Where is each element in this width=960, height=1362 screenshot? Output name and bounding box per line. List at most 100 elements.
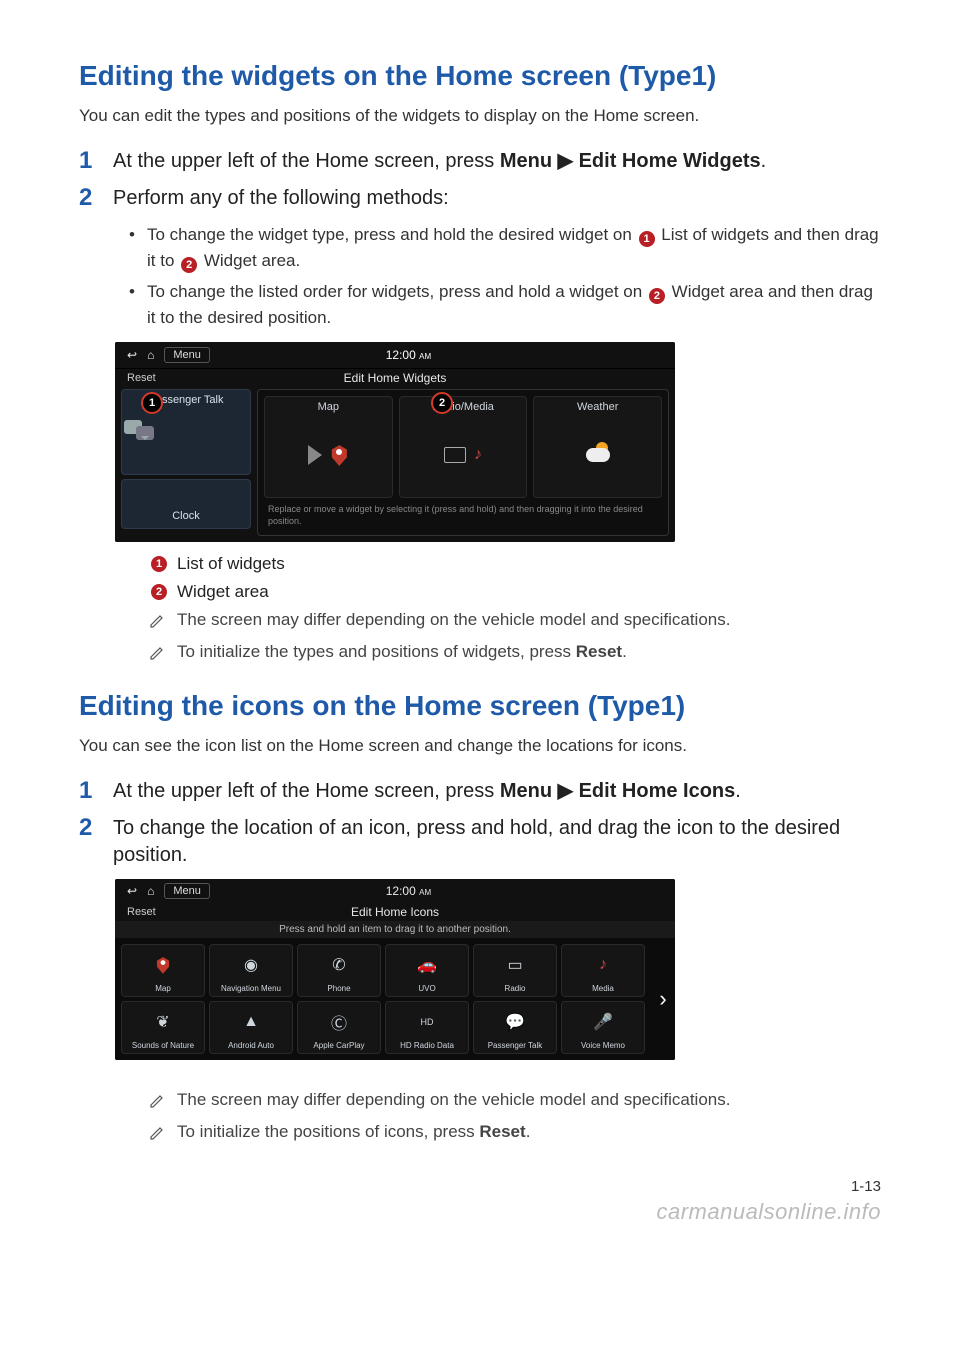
shot2-title: Edit Home Icons — [115, 903, 675, 921]
clock-display: 12:00 AM — [220, 884, 597, 898]
icon-tile-sounds-nature[interactable]: ❦Sounds of Nature — [121, 1001, 205, 1054]
s2-step2-body: To change the location of an icon, press… — [113, 815, 881, 869]
section1-bullets: To change the widget type, press and hol… — [79, 222, 881, 330]
widget-list-item-clock[interactable]: Clock — [121, 479, 251, 529]
step-number-2b: 2 — [79, 815, 99, 869]
section2-note1: The screen may differ depending on the v… — [149, 1090, 881, 1110]
home-icon[interactable]: ⌂ — [147, 884, 154, 898]
section2-note2: To initialize the positions of icons, pr… — [149, 1122, 881, 1142]
reset-button-shot1[interactable]: Reset — [127, 372, 156, 384]
shot2-help-text: Press and hold an item to drag it to ano… — [115, 921, 675, 938]
section1-intro: You can edit the types and positions of … — [79, 106, 881, 126]
step-number-1b: 1 — [79, 778, 99, 805]
screenshot-edit-widgets: ↩ ⌂ Menu 12:00 AM Reset Edit Home Widget… — [115, 342, 675, 542]
icon-tile-android-auto[interactable]: ▲Android Auto — [209, 1001, 293, 1054]
carplay-icon: Ⓒ — [331, 1002, 347, 1041]
s2-note2-pre: To initialize the positions of icons, pr… — [177, 1122, 479, 1141]
s2-step1-pre: At the upper left of the Home screen, pr… — [113, 780, 500, 802]
step-number-2: 2 — [79, 185, 99, 212]
section1-note2: To initialize the types and positions of… — [149, 642, 881, 662]
phone-icon: ✆ — [332, 945, 345, 984]
s1-step1-post: . — [761, 150, 767, 172]
legend-badge-2: 2 — [151, 584, 167, 600]
tile-label: Android Auto — [228, 1041, 274, 1050]
pencil-icon — [149, 645, 165, 661]
arrow-right-icon — [308, 445, 322, 465]
icon-tile-hd-radio[interactable]: HDHD Radio Data — [385, 1001, 469, 1054]
icon-tile-voice-memo[interactable]: 🎤Voice Memo — [561, 1001, 645, 1054]
widget-area[interactable]: Map Radio/Media ♪ Weather Replace or mov… — [257, 389, 669, 536]
tile-label: HD Radio Data — [400, 1041, 454, 1050]
s1-b2-pre: To change the listed order for widgets, … — [147, 282, 647, 301]
icon-tile-uvo[interactable]: 🚗UVO — [385, 944, 469, 997]
tile-label: Navigation Menu — [221, 984, 281, 993]
compass-icon: ◉ — [244, 945, 258, 984]
s1-b1-post: Widget area. — [199, 251, 300, 270]
s1-bullet2: To change the listed order for widgets, … — [129, 279, 881, 330]
icon-tile-nav-menu[interactable]: ◉Navigation Menu — [209, 944, 293, 997]
legend-text-1: List of widgets — [177, 554, 285, 574]
widget-radio-media[interactable]: Radio/Media ♪ — [399, 396, 528, 498]
tile-label: Sounds of Nature — [132, 1041, 194, 1050]
tile-label: Map — [155, 984, 171, 993]
callout-1-inline: 1 — [639, 231, 655, 247]
widget-weather[interactable]: Weather — [533, 396, 662, 498]
map-pin-icon — [154, 945, 172, 984]
note-text: The screen may differ depending on the v… — [177, 1090, 730, 1110]
section1-note1: The screen may differ depending on the v… — [149, 610, 881, 630]
section1-heading: Editing the widgets on the Home screen (… — [79, 60, 881, 92]
callout-badge-2: 2 — [431, 392, 453, 414]
clock-display: 12:00 AM — [220, 348, 597, 362]
shot1-title: Edit Home Widgets — [115, 369, 675, 389]
icon-tile-radio[interactable]: ▭Radio — [473, 944, 557, 997]
tile-label: Media — [592, 984, 614, 993]
icon-tile-media[interactable]: ♪Media — [561, 944, 645, 997]
chevron-right-icon: › — [659, 986, 666, 1012]
legend-row-1: 1 List of widgets — [149, 554, 881, 574]
s1-step1-pre: At the upper left of the Home screen, pr… — [113, 150, 500, 172]
s2-note2-post: . — [526, 1122, 531, 1141]
section1-step2: 2 Perform any of the following methods: — [79, 185, 881, 212]
reset-button-shot2[interactable]: Reset — [127, 906, 156, 918]
s1-step2-body: Perform any of the following methods: — [113, 185, 881, 212]
shot1-help-text: Replace or move a widget by selecting it… — [264, 498, 662, 529]
tile-label: UVO — [418, 984, 435, 993]
music-note-icon: ♪ — [474, 446, 482, 464]
icon-tile-map[interactable]: Map — [121, 944, 205, 997]
home-icon[interactable]: ⌂ — [147, 348, 154, 362]
s1-bullet1: To change the widget type, press and hol… — [129, 222, 881, 273]
car-icon: 🚗 — [417, 945, 437, 984]
section2-step1: 1 At the upper left of the Home screen, … — [79, 778, 881, 805]
back-icon[interactable]: ↩ — [127, 884, 137, 898]
pencil-icon — [149, 1125, 165, 1141]
music-note-icon: ♪ — [599, 945, 607, 984]
pencil-icon — [149, 613, 165, 629]
menu-button[interactable]: Menu — [164, 347, 210, 363]
radio-icon — [444, 447, 466, 463]
watermark: carmanualsonline.info — [656, 1199, 881, 1225]
screenshot-edit-icons: ↩ ⌂ Menu 12:00 AM Reset Edit Home Icons … — [115, 879, 675, 1060]
callout-2-inline-b: 2 — [649, 288, 665, 304]
back-icon[interactable]: ↩ — [127, 348, 137, 362]
callout-2-inline: 2 — [181, 257, 197, 273]
section2-intro: You can see the icon list on the Home sc… — [79, 736, 881, 756]
section1-step1: 1 At the upper left of the Home screen, … — [79, 148, 881, 175]
android-auto-icon: ▲ — [243, 1002, 259, 1041]
icon-tile-phone[interactable]: ✆Phone — [297, 944, 381, 997]
next-page-button[interactable]: › — [651, 938, 675, 1060]
menu-button[interactable]: Menu — [164, 883, 210, 899]
tile-label: Phone — [327, 984, 350, 993]
hd-icon: HD — [421, 1002, 434, 1041]
leaf-icon: ❦ — [156, 1002, 169, 1041]
tile-label: Radio — [505, 984, 526, 993]
legend-text-2: Widget area — [177, 582, 269, 602]
map-pin-icon — [330, 444, 348, 466]
weather-icon — [586, 448, 610, 462]
tile-label: Passenger Talk — [488, 1041, 543, 1050]
icon-tile-carplay[interactable]: ⒸApple CarPlay — [297, 1001, 381, 1054]
legend-badge-1: 1 — [151, 556, 167, 572]
s2-step1-bold: Menu ▶ Edit Home Icons — [500, 780, 735, 802]
widget-map[interactable]: Map — [264, 396, 393, 498]
icon-tile-passenger-talk[interactable]: 💬Passenger Talk — [473, 1001, 557, 1054]
icon-grid: Map ◉Navigation Menu ✆Phone 🚗UVO ▭Radio … — [115, 938, 651, 1060]
